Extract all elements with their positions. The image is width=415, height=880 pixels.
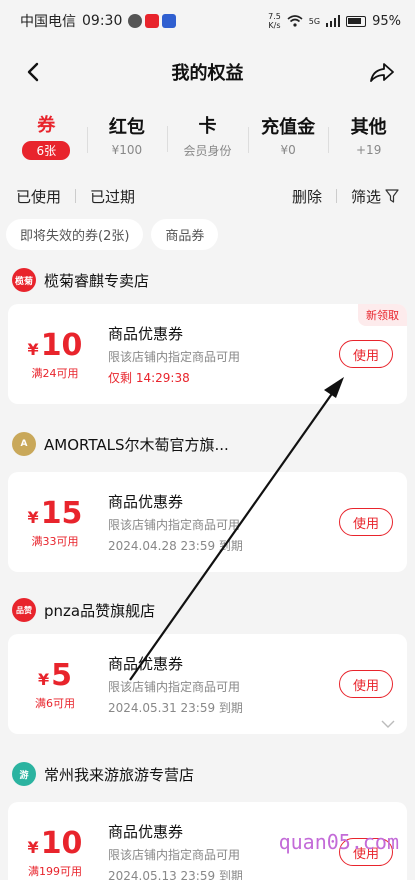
coupon-title: 商品优惠券 [108, 324, 184, 343]
coupon-info: 商品优惠券 限该店铺内指定商品可用 仅剩 14:29:38 [102, 323, 339, 386]
tab-cards[interactable]: 卡 会员身份 [167, 112, 248, 159]
tab-count-badge: 6张 [22, 140, 71, 160]
app-notification-icon [128, 14, 143, 28]
store-logo: 品赞 [12, 598, 36, 622]
tab-label: 券 [37, 114, 56, 136]
carrier: 中国电信 [20, 14, 76, 30]
app-notification-icon [162, 14, 177, 28]
coupon-card[interactable]: ¥10 满24可用 商品优惠券 限该店铺内指定商品可用 仅剩 14:29:38 … [8, 304, 407, 404]
coupon-desc: 限该店铺内指定商品可用 [108, 679, 241, 694]
tab-sub: ¥100 [111, 143, 143, 157]
back-arrow-icon [27, 62, 39, 82]
clock: 09:30 [82, 13, 123, 29]
tab-others[interactable]: 其他 +19 [328, 113, 409, 157]
back-button[interactable] [18, 57, 48, 87]
store-section: 品赞 pnza品赞旗舰店 ¥5 满6可用 商品优惠券 限该店铺内指定商品可用 2… [0, 590, 415, 734]
coupon-condition: 满6可用 [35, 696, 75, 710]
coupon-amount: ¥15 [27, 495, 83, 531]
delete-button[interactable]: 删除 [292, 186, 322, 207]
quick-filter-chips: 即将失效的券(2张) 商品券 [0, 218, 415, 250]
used-filter[interactable]: 已使用 [16, 186, 61, 207]
category-tabs: 券 6张 红包 ¥100 卡 会员身份 充值金 ¥0 其他 +19 [0, 102, 415, 168]
tab-sub: +19 [356, 143, 382, 157]
tab-sub: ¥0 [280, 143, 296, 157]
chip-expiring-soon[interactable]: 即将失效的券(2张) [6, 218, 144, 250]
expired-filter[interactable]: 已过期 [90, 186, 135, 207]
chevron-down-icon[interactable] [381, 720, 395, 728]
store-logo: 游 [12, 762, 36, 786]
store-name: 榄菊睿麒专卖店 [44, 271, 150, 290]
tab-recharge[interactable]: 充值金 ¥0 [247, 113, 329, 157]
filter-button[interactable]: 筛选 [351, 186, 399, 207]
store-section: A AMORTALS尔木萄官方旗... ¥15 满33可用 商品优惠券 限该店铺… [0, 424, 415, 572]
store-name: pnza品赞旗舰店 [44, 601, 156, 620]
status-bar: 中国电信 09:30 7.5 K/s 5G 95% [0, 0, 415, 42]
coupon-expiry: 2024.04.28 23:59 到期 [108, 538, 243, 553]
coupon-desc: 限该店铺内指定商品可用 [108, 517, 241, 532]
tab-label: 充值金 [261, 117, 316, 138]
wifi-icon [287, 15, 303, 27]
use-button[interactable]: 使用 [339, 508, 393, 536]
coupon-condition: 满33可用 [31, 534, 79, 548]
coupon-expiry: 2024.05.13 23:59 到期 [108, 868, 243, 880]
tab-label: 红包 [108, 117, 145, 138]
tab-coupons[interactable]: 券 6张 [6, 111, 87, 160]
store-header[interactable]: 游 常州我来游旅游专营店 [8, 754, 407, 794]
store-header[interactable]: A AMORTALS尔木萄官方旗... [8, 424, 407, 464]
share-button[interactable] [367, 57, 397, 87]
new-badge: 新领取 [358, 304, 407, 326]
coupon-desc: 限该店铺内指定商品可用 [108, 349, 241, 364]
tab-red-packets[interactable]: 红包 ¥100 [86, 113, 168, 157]
coupon-title: 商品优惠券 [108, 654, 184, 673]
coupon-condition: 满199可用 [28, 864, 82, 878]
coupon-info: 商品优惠券 限该店铺内指定商品可用 2024.05.31 23:59 到期 [102, 653, 339, 716]
use-button[interactable]: 使用 [339, 340, 393, 368]
store-header[interactable]: 品赞 pnza品赞旗舰店 [8, 590, 407, 630]
coupon-amount-block: ¥5 满6可用 [8, 658, 102, 711]
coupon-info: 商品优惠券 限该店铺内指定商品可用 2024.04.28 23:59 到期 [102, 491, 339, 554]
tab-label: 其他 [350, 117, 387, 138]
coupon-expiry: 2024.05.31 23:59 到期 [108, 700, 243, 715]
app-notification-icon [145, 14, 160, 28]
coupon-countdown: 仅剩 14:29:38 [108, 370, 190, 385]
divider [75, 189, 77, 203]
filter-label: 筛选 [350, 187, 381, 206]
use-button[interactable]: 使用 [339, 670, 393, 698]
signal-label: 5G [308, 16, 321, 26]
header: 我的权益 [0, 42, 415, 102]
coupon-title: 商品优惠券 [108, 492, 184, 511]
coupon-amount-block: ¥10 满199可用 [8, 826, 102, 879]
divider [335, 189, 337, 203]
chip-product-coupons[interactable]: 商品券 [151, 218, 219, 250]
net-speed: 7.5 K/s [268, 12, 281, 30]
coupon-card[interactable]: ¥15 满33可用 商品优惠券 限该店铺内指定商品可用 2024.04.28 2… [8, 472, 407, 572]
coupon-amount: ¥10 [27, 825, 83, 861]
watermark: quan05.com [278, 830, 399, 854]
store-name: 常州我来游旅游专营店 [44, 765, 195, 784]
coupon-condition: 满24可用 [31, 366, 79, 380]
store-section: 榄菊 榄菊睿麒专卖店 ¥10 满24可用 商品优惠券 限该店铺内指定商品可用 仅… [0, 260, 415, 404]
battery-icon [346, 15, 367, 27]
signal-icon [326, 15, 341, 27]
store-logo: 榄菊 [12, 268, 36, 292]
store-name: AMORTALS尔木萄官方旗... [44, 435, 229, 454]
coupon-amount: ¥10 [27, 327, 83, 363]
coupon-amount-block: ¥10 满24可用 [8, 328, 102, 381]
store-logo: A [12, 432, 36, 456]
share-icon [370, 63, 394, 82]
funnel-icon [385, 189, 399, 203]
tab-label: 卡 [198, 115, 217, 137]
coupon-amount-block: ¥15 满33可用 [8, 496, 102, 549]
coupon-amount: ¥5 [37, 657, 72, 693]
store-header[interactable]: 榄菊 榄菊睿麒专卖店 [8, 260, 407, 300]
filter-bar: 已使用 已过期 删除 筛选 [0, 174, 415, 218]
tab-sub: 会员身份 [183, 143, 232, 158]
store-section: 游 常州我来游旅游专营店 ¥10 满199可用 商品优惠券 限该店铺内指定商品可… [0, 754, 415, 880]
battery-level: 95% [372, 13, 401, 29]
coupon-card[interactable]: ¥5 满6可用 商品优惠券 限该店铺内指定商品可用 2024.05.31 23:… [8, 634, 407, 734]
page-title: 我的权益 [171, 63, 244, 84]
